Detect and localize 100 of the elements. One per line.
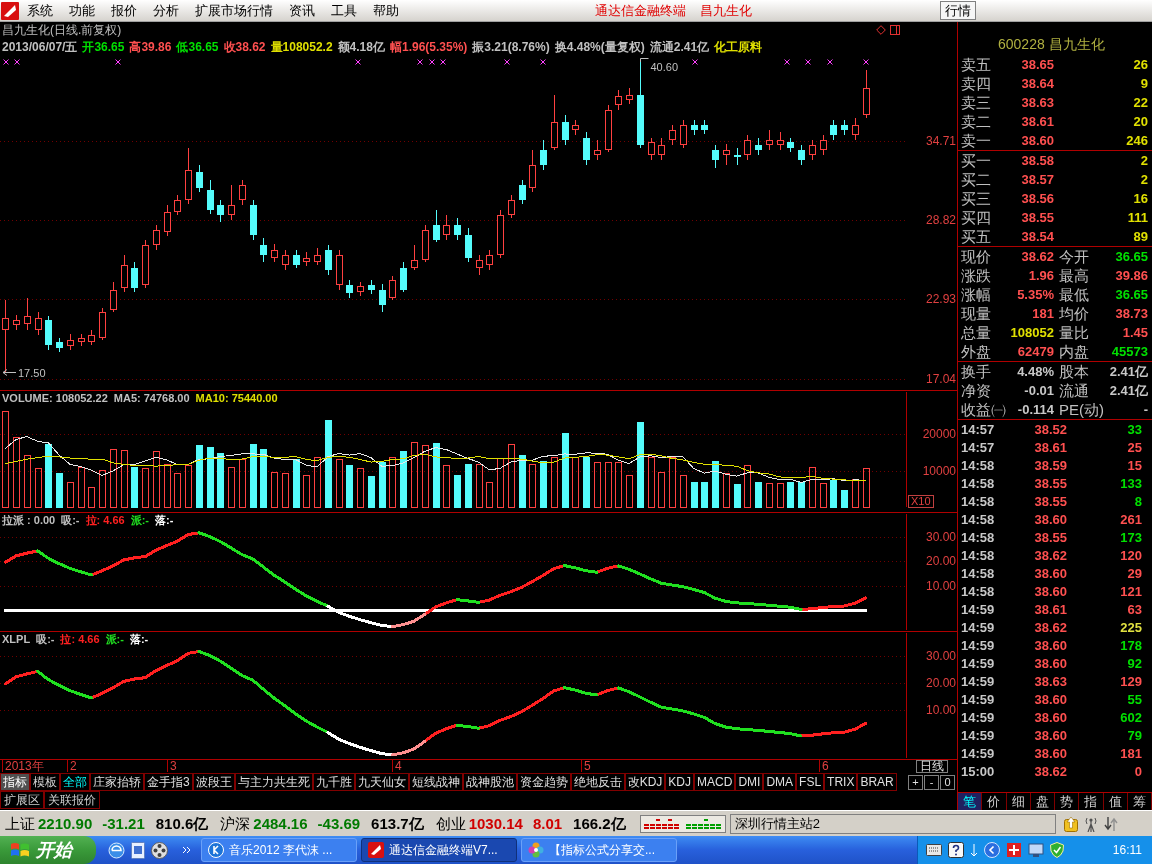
tab[interactable]: 改KDJ <box>624 773 666 791</box>
tab[interactable]: 资金趋势 <box>516 773 571 791</box>
price-value: 38.60 <box>1020 134 1054 147</box>
stat-label: 总量 <box>961 325 991 340</box>
stat-value: 39.86 <box>1115 269 1148 282</box>
index-change: -31.21 <box>102 816 145 831</box>
diamond-icon[interactable] <box>876 25 886 35</box>
tick-volume: 79 <box>1126 728 1142 742</box>
stat-label: 今开 <box>1059 249 1089 264</box>
stat-label: 流通 <box>1059 383 1089 398</box>
start-button[interactable]: 开始 <box>0 836 96 864</box>
shield-icon[interactable] <box>1050 842 1064 858</box>
tab[interactable]: DMA <box>763 773 797 791</box>
index-value: 2484.16 <box>253 816 308 831</box>
stat-value: 1.45 <box>1122 326 1148 339</box>
tab[interactable]: DMI <box>735 773 764 791</box>
zoom-button[interactable]: - <box>924 774 939 790</box>
keyboard-icon[interactable] <box>926 844 942 856</box>
tab[interactable]: 绝地反击 <box>570 773 625 791</box>
cross-marker-icon <box>504 59 510 65</box>
tick-time: 14:59 <box>961 656 996 670</box>
stat-value: 2.41亿 <box>1109 365 1148 378</box>
tick-price: 38.55 <box>1033 530 1067 544</box>
stat-value: 5.35% <box>1017 288 1054 301</box>
task-button[interactable]: 【指标公式分享交... <box>521 838 677 862</box>
tab[interactable]: 波段王 <box>192 773 235 791</box>
tab[interactable]: 笔 <box>958 793 983 810</box>
axis-label: 10.00 <box>925 703 956 717</box>
axis-label: 28.82 <box>925 213 956 227</box>
tab[interactable]: 战神股池 <box>462 773 517 791</box>
tab[interactable]: KDJ <box>665 773 695 791</box>
menu-item[interactable]: 工具 <box>323 0 365 21</box>
monitor-icon[interactable] <box>1028 842 1044 858</box>
axis-label: 30.00 <box>925 649 956 663</box>
axis-label: 30.00 <box>925 530 956 544</box>
stat-value: 38.73 <box>1115 307 1148 320</box>
stat-value: 62479 <box>1017 345 1054 358</box>
antenna-icon <box>1083 815 1098 832</box>
axis-label: 3 <box>167 760 177 772</box>
cross-marker-icon <box>863 59 869 65</box>
tab[interactable]: 与主力共生死 <box>234 773 313 791</box>
index-name: 创业 <box>435 816 466 831</box>
tab[interactable]: FSL <box>796 773 825 791</box>
tab[interactable]: 金手指3 <box>144 773 193 791</box>
plus-icon[interactable] <box>1006 842 1022 858</box>
app-logo-icon <box>1 1 19 20</box>
help-icon[interactable] <box>948 842 964 858</box>
tab[interactable]: 指标 <box>0 773 30 791</box>
upload-icon <box>1063 815 1078 832</box>
tab[interactable]: 九千胜 <box>312 773 355 791</box>
menu-item[interactable]: 扩展市场行情 <box>187 0 281 21</box>
tick-volume: 120 <box>1119 548 1142 562</box>
tab[interactable]: 关联报价 <box>44 791 100 809</box>
zoom-button[interactable]: + <box>908 774 923 790</box>
volume-value: 22 <box>1132 96 1148 109</box>
server-label: 深圳行情主站2 <box>729 813 1056 834</box>
axis-label: 34.71 <box>925 134 956 148</box>
stat-value: 36.65 <box>1115 250 1148 263</box>
tab[interactable]: 扩展区 <box>0 791 44 809</box>
square-icon[interactable] <box>890 25 900 35</box>
task-button[interactable]: 通达信金融终端V7... <box>361 838 517 862</box>
stat-label: 股本 <box>1059 364 1089 379</box>
flower-icon <box>528 842 544 858</box>
tab[interactable]: 全部 <box>60 773 90 791</box>
zoom-button[interactable]: 0 <box>940 774 955 790</box>
film-reel-icon[interactable] <box>151 841 168 859</box>
tab[interactable]: 九天仙女 <box>354 773 409 791</box>
disc-icon[interactable] <box>108 841 125 859</box>
menu-item[interactable]: 报价 <box>103 0 145 21</box>
axis-label: 22.93 <box>925 292 956 306</box>
window-title: 通达信金融终端 <box>595 4 686 17</box>
axis-label: 6 <box>819 760 829 772</box>
volume-value: 2 <box>1139 173 1148 186</box>
tab[interactable]: BRAR <box>857 773 897 791</box>
tab[interactable]: TRIX <box>824 773 858 791</box>
menu-item[interactable]: 系统 <box>19 0 61 21</box>
volume-value: 111 <box>1126 211 1148 224</box>
index-change: -43.69 <box>317 816 361 831</box>
menu-item[interactable]: 资讯 <box>281 0 323 21</box>
tick-time: 14:59 <box>961 710 996 724</box>
volume-value: 89 <box>1132 230 1148 243</box>
period-button[interactable]: 日线 <box>915 760 948 773</box>
toolbar-button[interactable]: 行情 <box>940 1 976 20</box>
document-icon[interactable] <box>131 841 145 859</box>
quote-label: 买三 <box>961 191 991 206</box>
index-change: 8.01 <box>532 816 563 831</box>
tab[interactable]: 庄家抬轿 <box>90 773 144 791</box>
tab[interactable]: MACD <box>694 773 736 791</box>
level-meter-icon <box>643 818 680 829</box>
legend-text: 落:- <box>129 633 149 645</box>
tick-price: 38.60 <box>1033 566 1067 580</box>
menu-item[interactable]: 帮助 <box>365 0 407 21</box>
menu-item[interactable]: 分析 <box>145 0 187 21</box>
tab[interactable]: 短线战神 <box>408 773 463 791</box>
menu-item[interactable]: 功能 <box>61 0 103 21</box>
arrow-icon[interactable] <box>970 843 978 857</box>
cross-marker-icon <box>827 59 833 65</box>
tab[interactable]: 模板 <box>30 773 60 791</box>
chevron-icon[interactable] <box>984 842 1000 858</box>
task-button[interactable]: 音乐2012 李代沫 ... <box>201 838 357 862</box>
